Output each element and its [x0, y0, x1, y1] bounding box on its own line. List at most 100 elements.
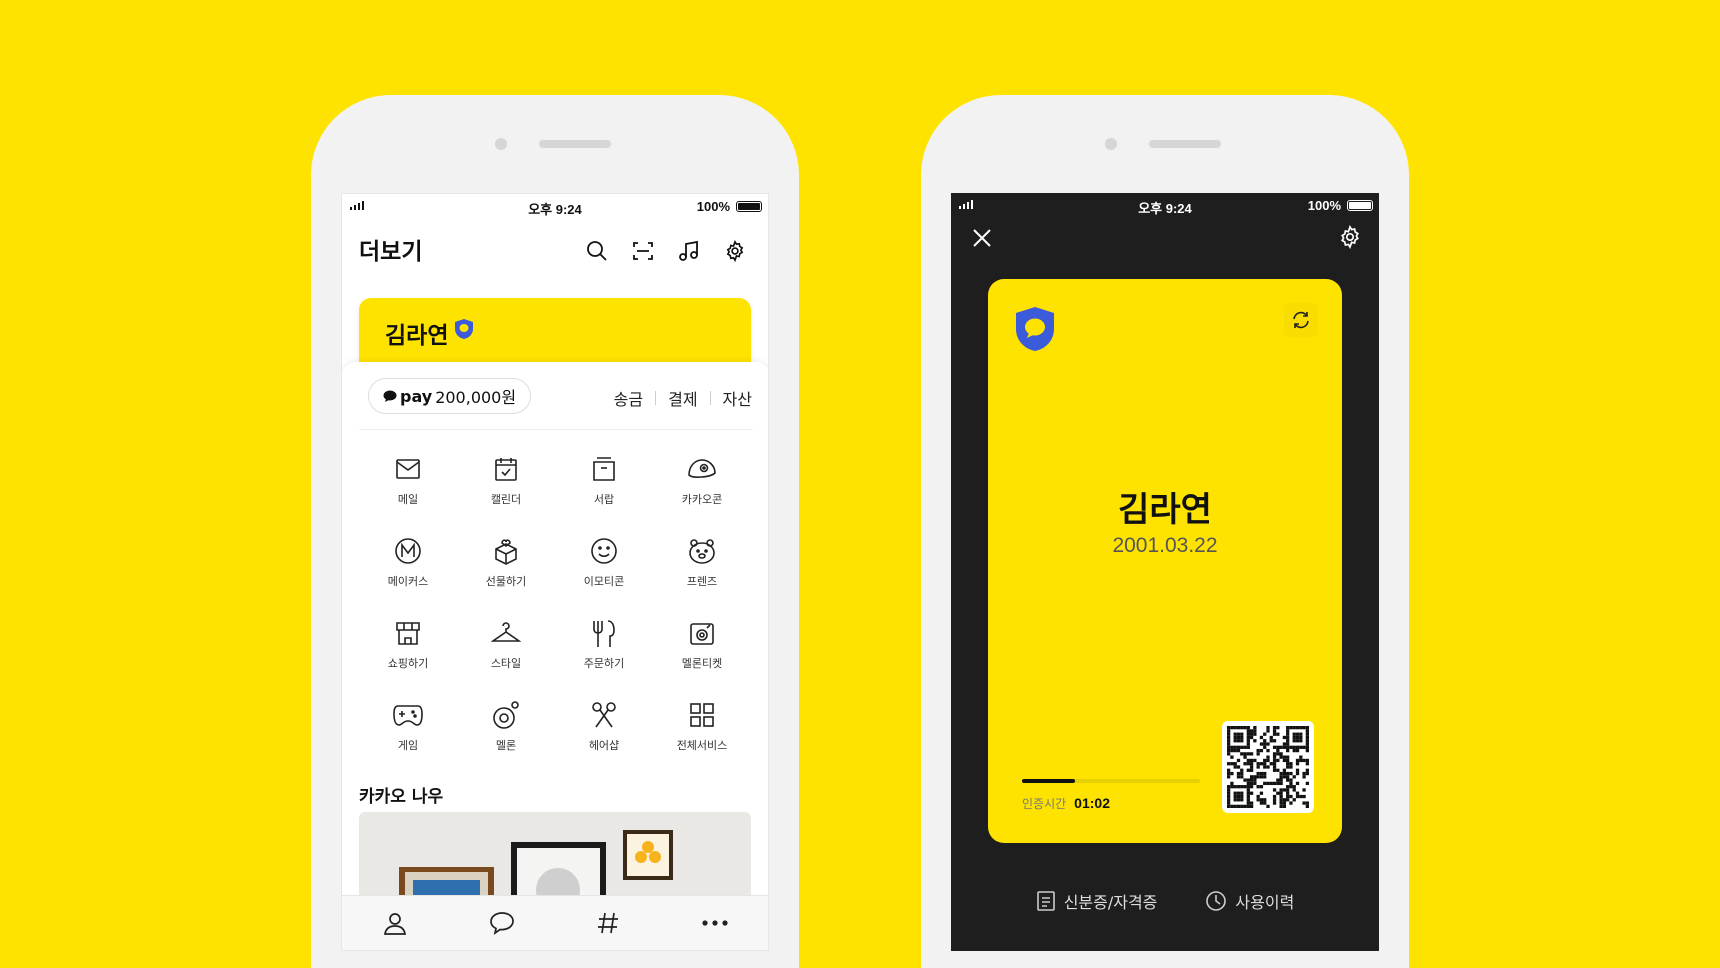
- status-bar: 오후 9:24 100%: [951, 193, 1379, 217]
- profile-name: 김라연: [385, 323, 449, 349]
- pay-links: 송금 결제 자산: [614, 386, 752, 410]
- service-label: 헤어샵: [588, 739, 620, 752]
- pay-amount: 200,000원: [435, 388, 517, 407]
- pay-link-payment[interactable]: 결제: [668, 386, 697, 410]
- pay-balance-button[interactable]: pay 200,000원: [368, 378, 532, 414]
- service-item-kakaocon[interactable]: 카카오콘: [653, 441, 751, 523]
- document-icon: [1036, 891, 1055, 911]
- kakaocon-icon: [686, 453, 718, 485]
- service-item-order[interactable]: 주문하기: [555, 605, 653, 687]
- grid-icon: [686, 699, 718, 731]
- id-card-screen: 오후 9:24 100% 김라연 2001.03.22 인증시간 01:02 신…: [951, 193, 1379, 951]
- chat-icon[interactable]: [482, 903, 522, 943]
- service-label: 이모티콘: [583, 575, 625, 588]
- service-label: 메일: [397, 493, 419, 506]
- fork-knife-icon: [588, 617, 620, 649]
- usage-history-label: 사용이력: [1235, 893, 1295, 912]
- service-item-hairshop[interactable]: 헤어샵: [555, 687, 653, 769]
- emoticon-icon: [588, 535, 620, 567]
- shield-icon: [454, 318, 474, 344]
- pay-link-assets[interactable]: 자산: [723, 386, 752, 410]
- service-item-emoticon[interactable]: 이모티콘: [555, 523, 653, 605]
- gear-icon[interactable]: [1338, 225, 1364, 251]
- drawer-icon: [588, 453, 620, 485]
- service-item-style[interactable]: 스타일: [457, 605, 555, 687]
- ticket-icon: [686, 617, 718, 649]
- more-icon[interactable]: [695, 903, 735, 943]
- battery-percent: 100%: [1307, 198, 1341, 213]
- service-grid: 메일 캘린더 서랍 카카오콘 메이커스 선물하기 이모티콘 프렌즈 쇼핑하기 스…: [359, 441, 751, 769]
- id-license-label: 신분증/자격증: [1063, 893, 1158, 912]
- service-item-gift[interactable]: 선물하기: [457, 523, 555, 605]
- hashtag-icon[interactable]: [588, 903, 628, 943]
- banner-image: [399, 830, 673, 902]
- chat-bubble-icon: [383, 390, 397, 402]
- id-birthdate: 2001.03.22: [1112, 534, 1218, 557]
- id-license-link[interactable]: 신분증/자격증: [1036, 889, 1158, 913]
- service-item-melon[interactable]: 멜론: [457, 687, 555, 769]
- battery-icon: [736, 201, 762, 212]
- battery-percent: 100%: [696, 199, 730, 214]
- gift-icon: [490, 535, 522, 567]
- refresh-icon: [1293, 311, 1309, 329]
- header-toolbar: [582, 236, 750, 266]
- divider: [655, 391, 657, 405]
- front-camera: [495, 138, 507, 150]
- timer-progress-bar: [1022, 779, 1200, 783]
- refresh-button[interactable]: [1284, 303, 1318, 337]
- bottom-tab-bar: [342, 895, 768, 950]
- service-item-mail[interactable]: 메일: [359, 441, 457, 523]
- melon-icon: [490, 699, 522, 731]
- speaker-grille: [539, 140, 611, 148]
- scan-icon[interactable]: [628, 236, 658, 266]
- front-camera: [1105, 138, 1117, 150]
- music-icon[interactable]: [674, 236, 704, 266]
- hanger-icon: [490, 617, 522, 649]
- status-bar: 오후 9:24 100%: [342, 194, 768, 218]
- shop-icon: [392, 617, 424, 649]
- timer-label: 인증시간: [1022, 797, 1067, 811]
- qr-code-image: [1227, 726, 1309, 808]
- pay-link-transfer[interactable]: 송금: [614, 386, 643, 410]
- timer-value: 01:02: [1074, 795, 1110, 811]
- shield-icon: [1014, 305, 1056, 357]
- digital-id-card: 김라연 2001.03.22 인증시간 01:02: [988, 279, 1342, 843]
- divider: [709, 391, 711, 405]
- service-label: 멜론: [495, 739, 517, 752]
- gamepad-icon: [392, 699, 424, 731]
- close-icon[interactable]: [969, 225, 995, 251]
- mail-icon: [392, 453, 424, 485]
- service-item-friends[interactable]: 프렌즈: [653, 523, 751, 605]
- service-item-all-services[interactable]: 전체서비스: [653, 687, 751, 769]
- service-item-game[interactable]: 게임: [359, 687, 457, 769]
- page-title: 더보기: [359, 239, 423, 265]
- services-panel: pay 200,000원 송금 결제 자산 메일 캘린더 서랍 카카오콘 메이커…: [342, 362, 768, 950]
- service-label: 게임: [397, 739, 419, 752]
- qr-code[interactable]: [1222, 721, 1314, 813]
- kakao-now-banner[interactable]: [359, 812, 751, 902]
- service-item-melon-ticket[interactable]: 멜론티켓: [653, 605, 751, 687]
- service-label: 선물하기: [485, 575, 527, 588]
- more-screen: 오후 9:24 100% 더보기 김라연 pay 200,000원 송금 결제 …: [341, 193, 769, 951]
- id-holder-name: 김라연: [1118, 490, 1212, 530]
- person-icon[interactable]: [375, 903, 415, 943]
- gear-icon[interactable]: [720, 236, 750, 266]
- scissors-icon: [588, 699, 620, 731]
- usage-history-link[interactable]: 사용이력: [1205, 889, 1294, 913]
- service-item-calendar[interactable]: 캘린더: [457, 441, 555, 523]
- calendar-icon: [490, 453, 522, 485]
- service-item-shopping[interactable]: 쇼핑하기: [359, 605, 457, 687]
- service-item-makers[interactable]: 메이커스: [359, 523, 457, 605]
- service-label: 전체서비스: [676, 739, 728, 752]
- auth-timer: 인증시간 01:02: [1022, 795, 1110, 812]
- search-icon[interactable]: [582, 236, 612, 266]
- pay-logo: pay: [400, 386, 433, 406]
- service-item-drawer[interactable]: 서랍: [555, 441, 653, 523]
- timer-progress-fill: [1022, 779, 1076, 783]
- service-label: 서랍: [593, 493, 615, 506]
- speaker-grille: [1149, 140, 1221, 148]
- phone-frame-right: 오후 9:24 100% 김라연 2001.03.22 인증시간 01:02 신…: [921, 95, 1409, 968]
- friends-icon: [686, 535, 718, 567]
- service-label: 스타일: [490, 657, 522, 670]
- divider: [359, 429, 753, 430]
